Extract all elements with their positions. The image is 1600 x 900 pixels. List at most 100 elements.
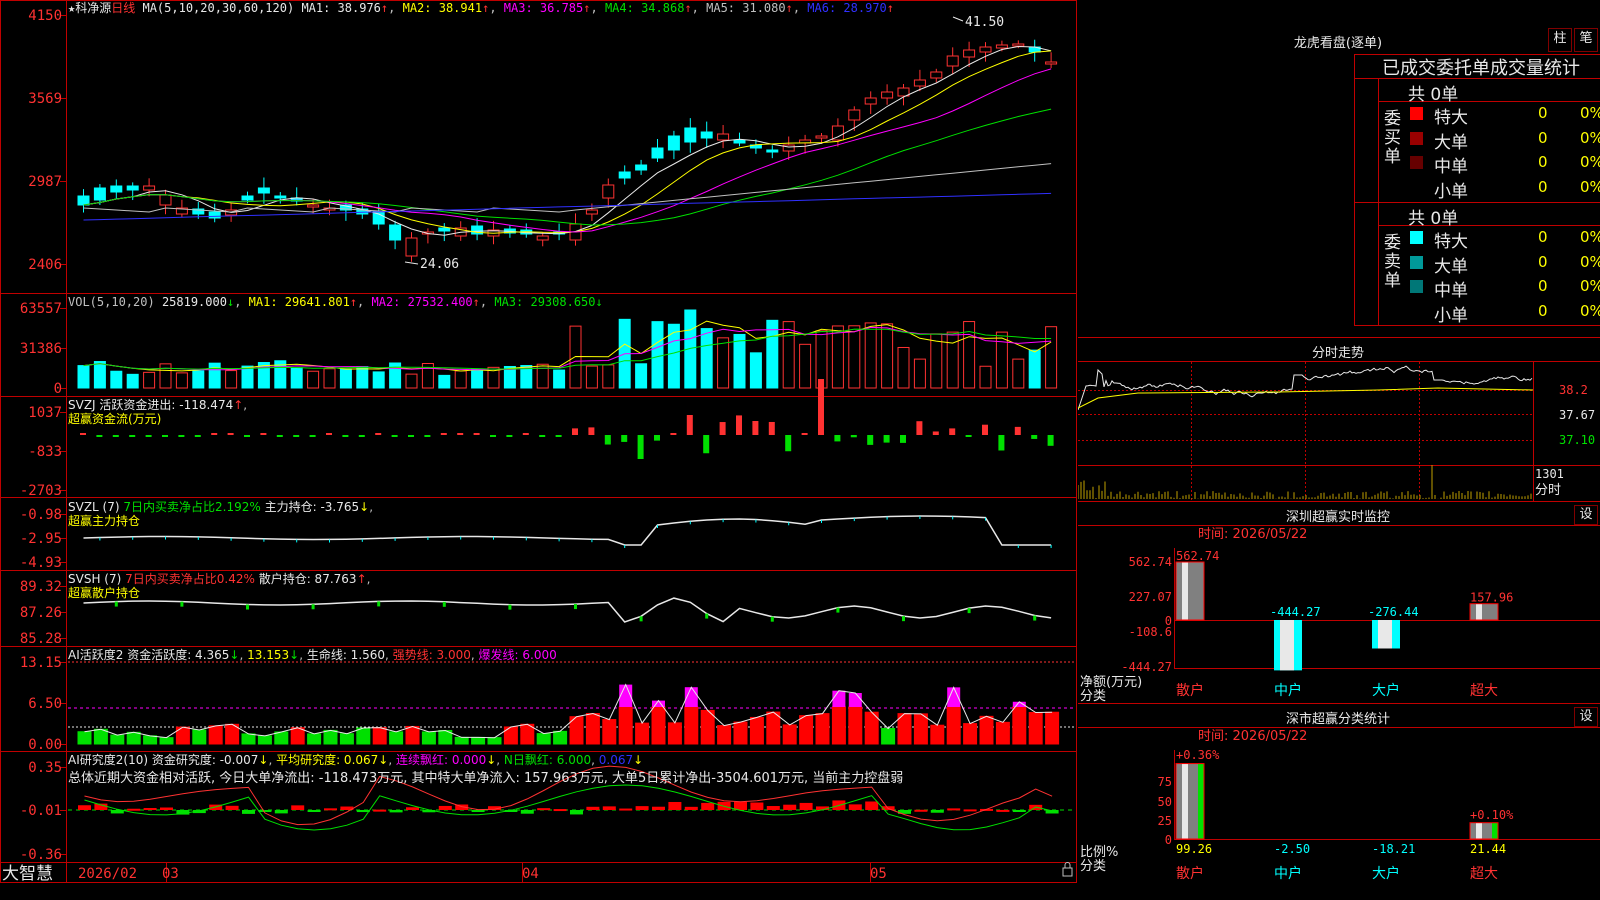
research-bar [406,807,419,810]
research-bar [471,810,485,812]
flow-bar [965,435,972,437]
flow-bar [621,435,628,442]
buy-total: 共 0单 [1408,85,1459,105]
intraday-title: 分时走势 [1311,346,1364,361]
research-bar [750,802,764,810]
ai2-pane-title: AI研究度2(10) 资金研究度: -0.007↓, 平均研究度: 0.067↓… [68,753,644,767]
candle [717,133,730,141]
candle [684,127,697,143]
flow-bar [736,415,742,435]
research-bar [537,808,551,811]
period-label[interactable]: 日线 [111,1,135,15]
flow-bar [424,435,431,437]
candle [208,211,221,219]
sz-bar-shine [1378,620,1392,649]
activity-bar [585,713,600,745]
color-swatch [1410,181,1423,194]
candle [995,44,1008,49]
retail-tick [180,601,184,607]
retail-tick [114,601,118,607]
volume-bar [700,328,713,389]
order-size-label: 大单 [1434,256,1468,277]
retail-tick [508,604,512,610]
order-pct: 0% [1580,228,1600,246]
sh-bar-shine [1182,763,1188,839]
high-marker: 41.50 [965,15,1004,30]
research-bar [160,807,173,810]
research-bar [389,810,403,813]
ai2-axis-label: -0.36 [20,847,62,863]
sz-settings-button[interactable]: 设 [1574,505,1598,525]
activity-bar [421,731,436,745]
sh-value-label: 21.44 [1470,842,1506,856]
ma-line-2 [83,50,1052,234]
flow-bar [1014,426,1021,435]
activity-bar [126,731,141,745]
activity-bar [257,735,272,745]
flow-bar [473,433,480,435]
flow-bar [555,435,562,437]
volume-bar [143,371,156,389]
flow-bar [719,422,726,435]
candle [733,139,746,144]
flow-bar [326,433,332,435]
volume-bar [749,352,762,389]
sh-bar-green [1492,822,1498,839]
volume-bar [307,370,320,389]
flow-bar [80,433,86,435]
ma4-value: MA4: 34.868 [604,1,685,15]
color-swatch [1410,156,1423,169]
sh-settings-button[interactable]: 设 [1574,707,1598,727]
activity-bar [602,719,617,745]
candle [848,109,861,121]
ma6-value: MA6: 28.970 [807,1,887,15]
retail-tick [770,616,774,622]
volume-bar [339,368,352,389]
activity-bar [782,724,797,745]
tick-mode-button[interactable]: 笔 [1574,28,1598,52]
volume-bar [979,365,992,389]
activity-bar [110,734,125,745]
sz-value-label: -276.44 [1368,605,1419,619]
sz-axis-label: 227.07 [1129,590,1172,604]
price-axis-label: 4150 [28,8,62,24]
stock-name[interactable]: ★科净源 [68,1,111,15]
volume-bar [553,369,566,389]
research-bar [619,808,633,811]
activity-bar [913,713,928,745]
candle [93,187,106,201]
volume-bar [225,370,238,389]
activity-bar [815,713,830,745]
volume-bar [93,361,106,389]
research-bar [356,810,370,813]
scroll-lock-icon[interactable] [1062,862,1073,877]
retail-tick [574,604,577,610]
bar-mode-button[interactable]: 柱 [1548,28,1572,52]
candle [126,185,139,191]
flow-bar [818,379,824,435]
sh-axis-label: 75 [1158,775,1172,789]
activity-bar [93,728,108,745]
sh-axis-label: 0 [1165,833,1172,847]
candle [143,185,156,191]
activity-bar [405,725,420,745]
research-bar [586,806,600,810]
order-pct: 0% [1580,301,1600,320]
sh-stats-title: 深市超赢分类统计 [1285,712,1390,727]
color-swatch [1410,107,1423,120]
order-row: 大单 0 0% [1408,252,1600,277]
activity-bar [454,736,469,745]
sz-axis-label: -444.27 [1121,660,1172,674]
activity-bar [766,711,781,745]
research-bar [914,809,928,812]
research-bar [668,801,682,810]
volume-bar [323,368,336,389]
research-bar [766,806,780,810]
svzj-pane-title: SVZJ 活跃资金进出: -118.474↑, 超赢资金流(万元) [68,398,248,426]
activity-bar [553,730,568,745]
order-count: 0 [1538,128,1548,147]
date-label: 03 [162,866,179,882]
order-count: 0 [1538,104,1548,122]
flow-bar [490,435,496,437]
activity-bar [356,727,371,745]
